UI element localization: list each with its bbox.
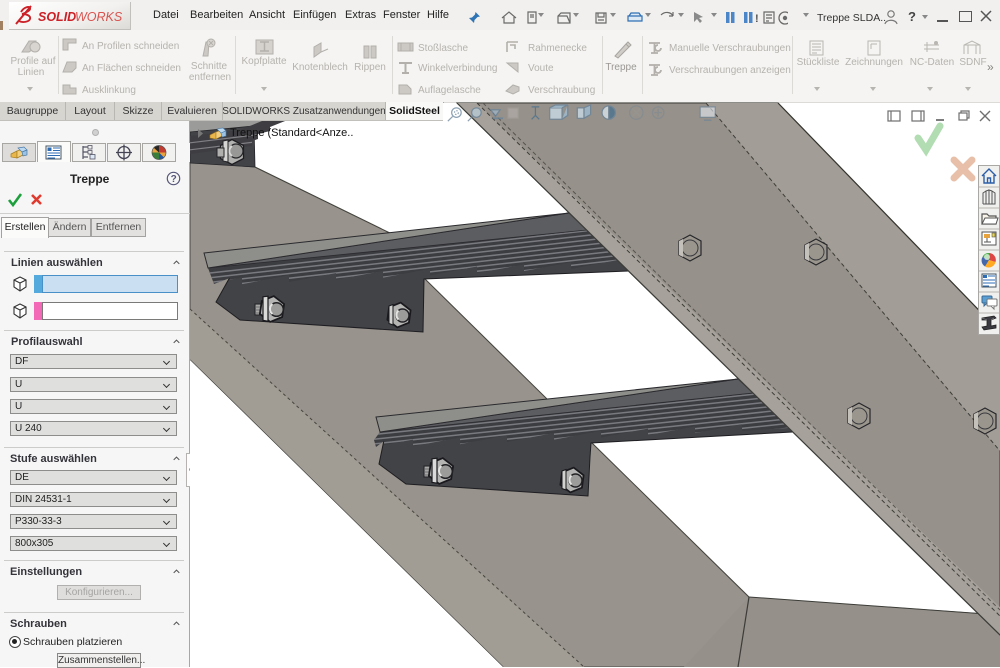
svg-text:?: ? (171, 174, 177, 185)
svg-text:SOLID: SOLID (38, 10, 76, 24)
svg-text:WORKS: WORKS (75, 10, 123, 24)
svg-text:!: ! (755, 13, 759, 25)
